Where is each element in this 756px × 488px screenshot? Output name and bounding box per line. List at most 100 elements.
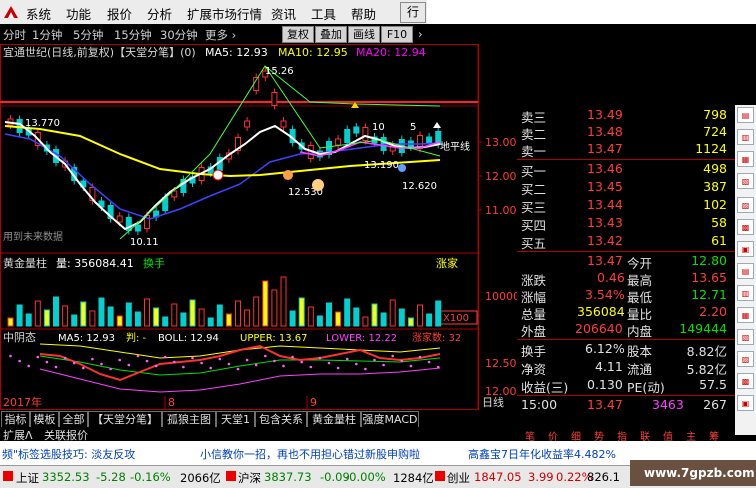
buy-3-row[interactable]: 买三 13.44 102 (517, 197, 735, 215)
volume-bar (271, 289, 278, 327)
period-5min[interactable]: 5分钟 (73, 27, 103, 43)
volume-bar (353, 307, 360, 327)
ticker-item-1[interactable]: 频"标签选股技巧: 淡友反攻 (2, 446, 135, 462)
stat-open-value: 12.80 (691, 253, 727, 268)
buy-4-row[interactable]: 买四 13.43 58 (517, 215, 735, 233)
marker-6 (433, 122, 441, 128)
volume-bar (134, 311, 141, 327)
ticker-item-2[interactable]: 小信教你一招，再也不用担心错过新股申购啦 (200, 446, 420, 462)
boll-dot (27, 364, 31, 368)
side-icon-11[interactable]: ▧ (737, 329, 754, 345)
fund-row-1: 换手 6.12% 股本 8.82亿 (517, 341, 735, 359)
sell-3-row[interactable]: 卖三 13.49 798 (517, 107, 735, 125)
candle (426, 136, 433, 144)
tab-template[interactable]: 模板 (30, 411, 59, 428)
period-more[interactable]: 更多 › (205, 27, 236, 43)
sell-2-row[interactable]: 卖二 13.48 724 (517, 124, 735, 142)
menu-corner-button[interactable]: 行 (400, 2, 426, 23)
side-icon-7[interactable]: ▣ (737, 241, 754, 257)
boll-dot (409, 364, 413, 368)
sh-change: -5.28 (96, 470, 126, 484)
menu-item-help[interactable]: 帮助 (351, 4, 376, 23)
side-icon-2[interactable]: ▥ (737, 129, 754, 145)
side-icon-10[interactable]: ▦ (737, 307, 754, 323)
sell-1-row[interactable]: 卖一 13.47 1124 (517, 141, 735, 159)
buy-5-row[interactable]: 买五 13.42 61 (517, 233, 735, 251)
menu-item-function[interactable]: 功能 (66, 4, 91, 23)
menu-item-analysis[interactable]: 分析 (147, 4, 172, 23)
menu-item-quote[interactable]: 报价 (107, 4, 132, 23)
huanshou-label: 换手 (143, 256, 165, 270)
boll-zhangjiashu: 涨家数: 32 (412, 331, 461, 344)
buy-2-row[interactable]: 买二 13.45 387 (517, 179, 735, 197)
main-chart-title: 宜通世纪(日线,前复权)【天堂分笔】(0) (3, 45, 196, 59)
volume-bar (335, 311, 342, 327)
side-icon-8[interactable]: ▤ (737, 263, 754, 279)
boll-dot (145, 359, 149, 363)
side-icon-13[interactable]: ▩ (737, 373, 754, 389)
volume-bar (398, 308, 405, 327)
side-icon-6[interactable]: ▩ (737, 219, 754, 235)
label-high: 15.26 (265, 66, 294, 77)
sh-name[interactable]: 上证 (16, 470, 39, 486)
kline-chart-area[interactable]: 宜通世纪(日线,前复权)【天堂分笔】(0) MA5: 12.93 MA10: 1… (0, 44, 517, 410)
overlay-button[interactable]: 叠加 (315, 26, 347, 43)
toolbar-more-icon[interactable]: › (418, 27, 423, 41)
side-icon-14[interactable]: ▣ (737, 395, 754, 411)
period-1min[interactable]: 1分钟 (32, 27, 62, 43)
buy-5-label: 买五 (521, 236, 547, 251)
volume-bar (362, 316, 369, 327)
tab-macd[interactable]: 强度MACD (361, 411, 419, 428)
volume-bar (198, 308, 205, 327)
zhangjia-label: 涨家 (436, 256, 458, 270)
menu-item-system[interactable]: 系统 (26, 4, 51, 23)
menu-bar: 系统 功能 报价 分析 扩展市场行情 资讯 工具 帮助 行 (0, 0, 427, 25)
menu-item-ext-market[interactable]: 扩展市场行情 (187, 4, 262, 23)
boll-ma5: MA5: 12.93 (58, 333, 115, 344)
menu-item-news[interactable]: 资讯 (271, 4, 296, 23)
fund-netasset-label: 净资 (521, 362, 547, 377)
stat-row-5: 外盘 206640 内盘 149444 (517, 321, 735, 339)
fuquan-button[interactable]: 复权 (282, 26, 314, 43)
tab-tiantang1[interactable]: 天堂1 (216, 411, 255, 428)
buy-5-price: 13.42 (587, 233, 623, 248)
side-icon-4[interactable]: ▧ (737, 173, 754, 189)
menu-item-tools[interactable]: 工具 (311, 4, 336, 23)
boll-dot (191, 356, 194, 360)
period-fenshi[interactable]: 分时 (3, 27, 26, 43)
draw-line-button[interactable]: 画线 (348, 26, 380, 43)
tab-baohan[interactable]: 包含关系 (255, 411, 307, 428)
volume-bar (344, 298, 351, 327)
tab-indicator[interactable]: 指标 (1, 411, 30, 428)
volume-bar (162, 316, 169, 327)
tab-all[interactable]: 全部 (59, 411, 88, 428)
buy-1-vol: 498 (703, 161, 727, 176)
side-icon-12[interactable]: ▨ (737, 351, 754, 367)
boll-dot (36, 355, 40, 359)
period-15min[interactable]: 15分钟 (114, 27, 152, 43)
ticker-item-3[interactable]: 高鑫宝7日年化收益率4.482% (468, 446, 616, 462)
tab-huangjin[interactable]: 黄金量柱 (307, 411, 361, 428)
boll-dot (173, 360, 176, 364)
tab-tiantang[interactable]: 【天堂分笔】 (88, 411, 162, 428)
fund-tick-divider (517, 395, 735, 396)
label-future-data: 用到未来数据 (3, 230, 63, 243)
f10-button[interactable]: F10 (381, 26, 413, 43)
side-icon-5[interactable]: ▨ (737, 197, 754, 213)
side-icon-3[interactable]: ▦ (737, 151, 754, 167)
stat-row-4: 总量 356084 量比 2.20 (517, 304, 735, 322)
buy-1-row[interactable]: 买一 13.46 498 (517, 161, 735, 179)
side-icon-1[interactable]: ▤ (737, 107, 754, 123)
hs-name[interactable]: 沪深 (238, 470, 261, 486)
tab-gulang[interactable]: 孤狼主图 (162, 411, 216, 428)
boll-dot (273, 359, 276, 363)
tick-row[interactable]: 15:00 13.47 3463 267 (517, 397, 735, 415)
stat-volume-value: 356084 (577, 304, 625, 319)
cy-name[interactable]: 创业 (447, 470, 470, 486)
period-30min[interactable]: 30分钟 (160, 27, 198, 43)
side-icon-9[interactable]: ▥ (737, 285, 754, 301)
y-tick-12: 12.00 (485, 170, 517, 183)
boll-value: BOLL: 12.94 (158, 333, 219, 344)
app-logo-icon (4, 6, 18, 18)
boll-dot (318, 356, 322, 360)
